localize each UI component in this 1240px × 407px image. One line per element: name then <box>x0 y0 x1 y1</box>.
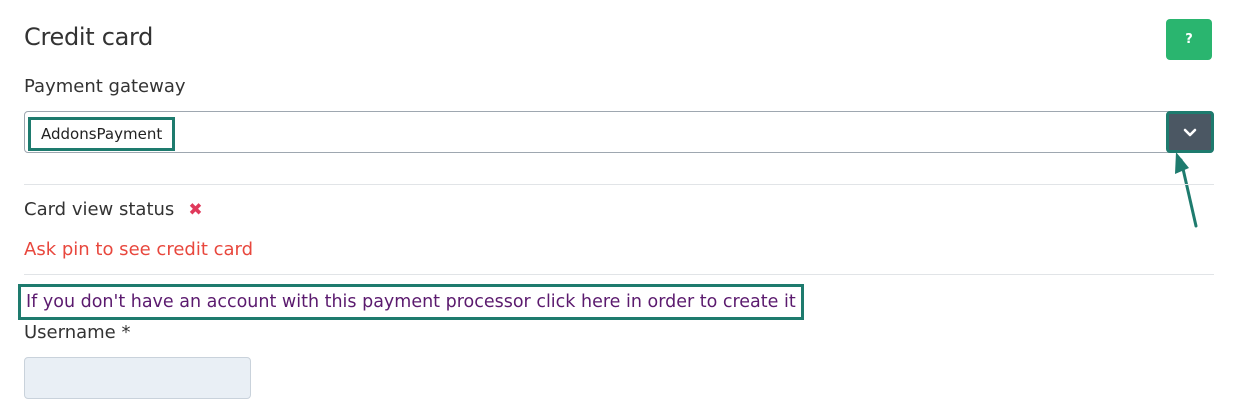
username-label: Username * <box>24 322 131 343</box>
chevron-down-icon <box>1183 123 1197 142</box>
divider <box>24 274 1214 275</box>
payment-gateway-select[interactable]: AddonsPayment <box>24 111 1214 153</box>
ask-pin-message: Ask pin to see credit card <box>24 239 254 260</box>
credit-card-settings-page: Credit card ? Payment gateway AddonsPaym… <box>0 0 1240 407</box>
section-title: Credit card <box>24 23 154 51</box>
card-view-status-label: Card view status <box>24 199 175 220</box>
help-button[interactable]: ? <box>1166 19 1212 60</box>
annotation-arrow-icon <box>1172 150 1206 234</box>
x-icon: ✖ <box>188 199 203 220</box>
dropdown-toggle-button[interactable] <box>1166 111 1214 153</box>
payment-gateway-label: Payment gateway <box>24 76 186 97</box>
card-view-status: Card view status ✖ <box>24 199 203 220</box>
divider <box>24 184 1214 185</box>
username-input[interactable] <box>24 357 251 399</box>
payment-gateway-selected-value[interactable]: AddonsPayment <box>28 117 176 151</box>
create-account-link[interactable]: If you don't have an account with this p… <box>18 284 804 320</box>
